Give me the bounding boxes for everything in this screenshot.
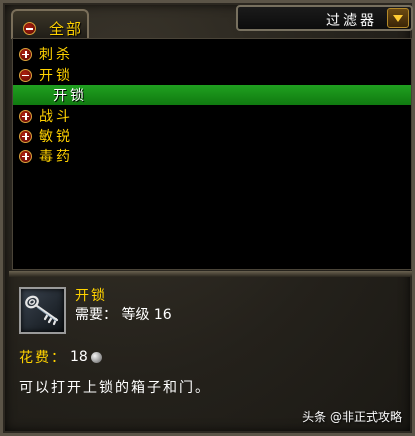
panel-divider xyxy=(9,271,412,277)
skill-cost: 花费： 18 xyxy=(19,347,102,367)
skill-lockpicking[interactable]: 开锁 xyxy=(13,85,411,105)
category-subtlety[interactable]: 敏锐 xyxy=(13,126,415,146)
expand-plus-icon[interactable] xyxy=(19,129,32,143)
tab-all[interactable]: 全部 xyxy=(11,9,89,39)
category-label: 刺杀 xyxy=(39,47,73,63)
skeleton-key-icon xyxy=(25,295,59,326)
filter-dropdown[interactable]: 过滤器 xyxy=(236,5,413,31)
category-label: 毒药 xyxy=(39,149,73,165)
skill-list: 刺杀 开锁 开锁 战斗 敏锐 毒药 xyxy=(12,38,412,270)
category-poisons[interactable]: 毒药 xyxy=(13,146,415,166)
cost-value: 18 xyxy=(70,349,88,365)
tab-all-label: 全部 xyxy=(49,20,84,38)
trainer-window: 全部 过滤器 刺杀 开锁 开锁 战斗 敏锐 毒药 开锁 需要： 等级 16 花费… xyxy=(0,0,415,436)
skill-description: 可以打开上锁的箱子和门。 xyxy=(19,380,211,396)
cost-label: 花费： xyxy=(19,350,67,366)
category-combat[interactable]: 战斗 xyxy=(13,106,415,126)
collapse-minus-icon[interactable] xyxy=(19,68,32,82)
category-assassination[interactable]: 刺杀 xyxy=(13,44,415,64)
silver-coin-icon xyxy=(90,351,102,363)
filter-label: 过滤器 xyxy=(326,13,377,29)
skill-label: 开锁 xyxy=(53,88,87,104)
dropdown-arrow-icon[interactable] xyxy=(387,8,409,28)
category-label: 战斗 xyxy=(39,109,73,125)
skill-name: 开锁 xyxy=(75,288,107,304)
skill-requirement: 需要： 等级 16 xyxy=(75,307,172,323)
expand-plus-icon[interactable] xyxy=(19,149,32,163)
category-label: 敏锐 xyxy=(39,129,73,145)
watermark: 头条 @非正式攻略 xyxy=(302,410,402,424)
category-label: 开锁 xyxy=(39,68,73,84)
expand-plus-icon[interactable] xyxy=(19,47,32,61)
category-lockpicking[interactable]: 开锁 xyxy=(13,65,415,85)
collapse-all-icon[interactable] xyxy=(23,22,36,35)
expand-plus-icon[interactable] xyxy=(19,109,32,123)
skill-icon[interactable] xyxy=(19,287,66,334)
